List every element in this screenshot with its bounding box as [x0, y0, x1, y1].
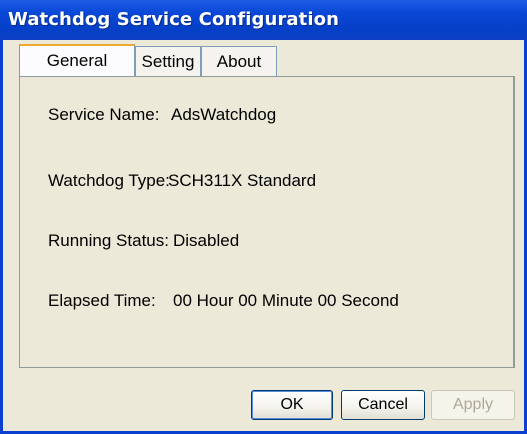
watchdog-type-row: Watchdog Type:SCH311X Standard: [48, 171, 316, 191]
running-status-value: Disabled: [173, 231, 240, 250]
elapsed-time-label: Elapsed Time:: [48, 291, 156, 310]
service-name-label: Service Name:: [48, 105, 160, 124]
service-name-value: AdsWatchdog: [171, 105, 277, 124]
watchdog-type-value: SCH311X Standard: [168, 171, 317, 190]
tab-setting[interactable]: Setting: [135, 46, 201, 76]
elapsed-time-value: 00 Hour 00 Minute 00 Second: [173, 291, 399, 310]
cancel-button[interactable]: Cancel: [341, 390, 425, 420]
watchdog-type-label: Watchdog Type:: [48, 171, 170, 190]
service-name-row: Service Name: AdsWatchdog: [48, 105, 276, 125]
window-title: Watchdog Service Configuration: [8, 9, 340, 30]
watchdog-config-window: Watchdog Service Configuration General S…: [0, 0, 527, 434]
ok-button[interactable]: OK: [251, 390, 333, 420]
running-status-row: Running Status: Disabled: [48, 231, 239, 251]
elapsed-time-row: Elapsed Time: 00 Hour 00 Minute 00 Second: [48, 291, 399, 311]
tab-about[interactable]: About: [201, 46, 277, 76]
tab-general[interactable]: General: [19, 44, 135, 76]
running-status-label: Running Status:: [48, 231, 169, 250]
apply-button[interactable]: Apply: [431, 390, 515, 420]
title-bar[interactable]: Watchdog Service Configuration: [0, 0, 527, 40]
general-tab-panel: Service Name: AdsWatchdog Watchdog Type:S…: [19, 76, 515, 368]
